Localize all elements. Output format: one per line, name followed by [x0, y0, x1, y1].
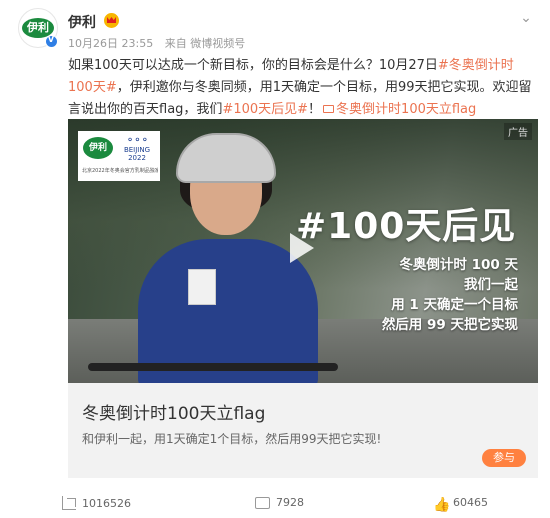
bicycle-handlebar: [88, 363, 338, 371]
yili-logo-icon: 伊利: [83, 137, 113, 159]
like-count: 60465: [453, 496, 488, 509]
olympic-logo-text: BEIJING 2022: [123, 146, 151, 162]
comment-count: 7928: [276, 496, 304, 509]
play-icon[interactable]: [290, 233, 314, 263]
share-count: 1016526: [82, 497, 131, 510]
card-title[interactable]: 冬奥倒计时100天立flag: [82, 399, 265, 424]
overlay-line: 然后用 99 天把它实现: [381, 317, 518, 333]
olympic-rings-icon: ⚬⚬⚬: [125, 135, 149, 146]
sponsor-logo: 伊利 ⚬⚬⚬ BEIJING 2022 北京2022年冬奥会官方乳制品独家供应商: [78, 131, 160, 181]
flag-link-label: 冬奥倒计时100天立flag: [336, 102, 477, 117]
topic-link-100-days[interactable]: #100天后见#: [222, 102, 308, 117]
join-button[interactable]: 参与: [482, 449, 526, 467]
cyclist-badge: [188, 269, 216, 305]
overlay-line: 我们一起: [464, 277, 518, 293]
post-date[interactable]: 10月26日 23:55: [68, 37, 153, 50]
card-description: 和伊利一起，用1天确定1个目标，然后用99天把它实现!: [82, 432, 382, 446]
video-player[interactable]: 伊利 ⚬⚬⚬ BEIJING 2022 北京2022年冬奥会官方乳制品独家供应商…: [68, 119, 538, 383]
link-icon: [323, 105, 335, 113]
overlay-line: 用 1 天确定一个目标: [391, 297, 518, 313]
post-source: 来自 微博视频号: [164, 37, 246, 50]
share-button[interactable]: 1016526: [62, 496, 131, 510]
vip-crown-icon: [104, 13, 119, 28]
post-meta: 10月26日 23:55 来自 微博视频号: [68, 35, 253, 51]
comment-button[interactable]: 7928: [255, 496, 304, 509]
comment-icon: [255, 497, 270, 509]
video-overlay-text: 冬奥倒计时 100 天 我们一起 用 1 天确定一个目标 然后用 99 天把它实…: [382, 255, 518, 335]
ad-label: 广告: [504, 123, 532, 140]
thumbs-up-icon: 👍: [433, 497, 451, 513]
post-text-part: ！: [308, 102, 322, 117]
flag-link[interactable]: 冬奥倒计时100天立flag: [321, 102, 476, 117]
post-text: 如果100天可以达成一个新目标，你的目标会是什么？10月27日#冬奥倒计时100…: [68, 55, 538, 121]
sponsor-caption: 北京2022年冬奥会官方乳制品独家供应商: [82, 168, 158, 174]
overlay-line: 冬奥倒计时 100 天: [399, 257, 518, 273]
olympic-logo-icon: ⚬⚬⚬ BEIJING 2022: [120, 135, 154, 163]
video-hashtag: #100天后见: [296, 206, 517, 247]
post-header: 伊利 伊利 ⌄ 10月26日 23:55 来自 微博视频号: [18, 8, 538, 54]
share-icon: [62, 496, 76, 510]
post-text-part: 如果100天可以达成一个新目标，你的目标会是什么？10月27日: [68, 58, 438, 73]
user-name[interactable]: 伊利: [68, 12, 96, 32]
action-bar: 1016526 7928 👍 60465: [0, 488, 550, 518]
more-options-icon[interactable]: ⌄: [518, 10, 534, 26]
promo-card[interactable]: 伊利 ⚬⚬⚬ BEIJING 2022 北京2022年冬奥会官方乳制品独家供应商…: [68, 119, 538, 478]
verified-badge-icon: [45, 35, 58, 48]
like-button[interactable]: 👍 60465: [433, 496, 488, 512]
